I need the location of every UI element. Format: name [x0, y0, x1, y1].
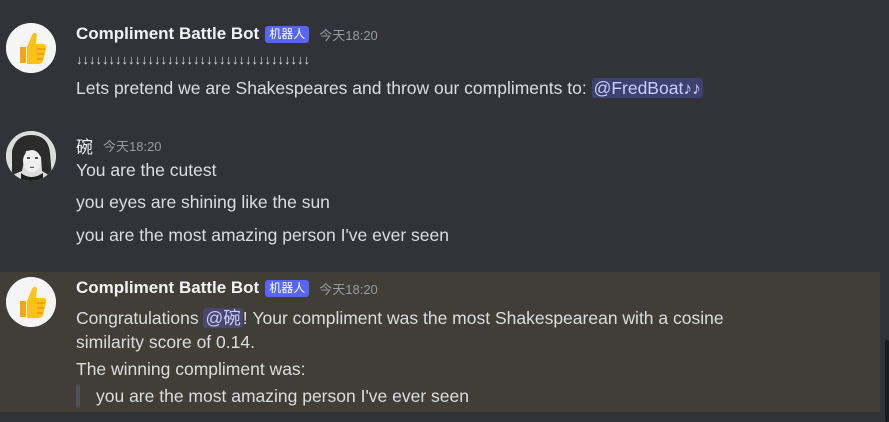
timestamp: 今天18:20: [103, 139, 162, 154]
bot-tag: 机器人: [265, 25, 310, 43]
scrollbar[interactable]: [885, 340, 889, 422]
message-text-suffix: ! Your compliment was the most Shakespea…: [242, 308, 724, 328]
message-text: Congratulations @碗! Your compliment was …: [76, 305, 724, 330]
message-line: you are the most amazing person I've eve…: [76, 225, 449, 245]
user-mention[interactable]: @碗: [203, 308, 243, 328]
message-header: 碗 今天18:20: [76, 133, 162, 158]
message-text-body: Lets pretend we are Shakespeares and thr…: [76, 78, 592, 98]
message-line: similarity score of 0.14.: [76, 332, 255, 352]
bot-avatar[interactable]: [6, 277, 56, 327]
timestamp: 今天18:20: [319, 281, 378, 297]
message-text-prefix: Congratulations: [76, 308, 204, 328]
message-header: Compliment Battle Bot 机器人 今天18:20: [76, 24, 378, 44]
message-line: you eyes are shining like the sun: [76, 192, 330, 212]
message-text: Lets pretend we are Shakespeares and thr…: [76, 78, 703, 99]
user-mention[interactable]: @FredBoat♪♪: [591, 78, 703, 98]
bot-avatar[interactable]: [6, 23, 56, 73]
message-header: Compliment Battle Bot 机器人 今天18:20: [76, 278, 378, 298]
message-line: The winning compliment was:: [76, 359, 306, 379]
blockquote-text: you are the most amazing person I've eve…: [96, 386, 469, 406]
bot-tag: 机器人: [265, 279, 310, 297]
username[interactable]: Compliment Battle Bot: [76, 278, 259, 298]
user-avatar[interactable]: [6, 131, 56, 181]
username[interactable]: 碗: [76, 133, 93, 158]
username[interactable]: Compliment Battle Bot: [76, 24, 259, 44]
arrow-line: ↓↓↓↓↓↓↓↓↓↓↓↓↓↓↓↓↓↓↓↓↓↓↓↓↓↓↓↓↓↓↓↓↓↓↓↓: [76, 52, 310, 67]
message-line: You are the cutest: [76, 160, 217, 180]
blockquote-bar: [76, 384, 80, 408]
timestamp: 今天18:20: [319, 27, 378, 43]
